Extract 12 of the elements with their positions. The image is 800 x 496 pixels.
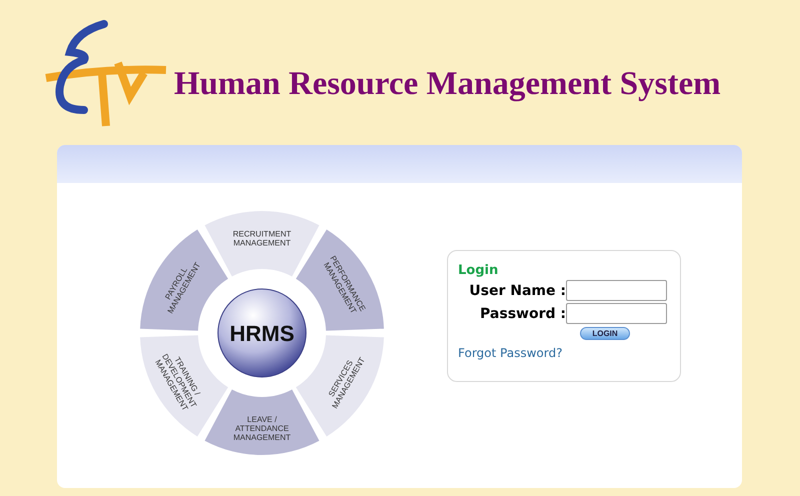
login-button[interactable]: LOGIN xyxy=(580,327,630,340)
field-label: Password : xyxy=(480,306,566,322)
input-field[interactable] xyxy=(566,280,667,301)
diagram-segment: RECRUITMENT MANAGEMENT xyxy=(204,211,320,276)
login-heading: Login xyxy=(458,263,500,278)
page-title: Human Resource Management System xyxy=(174,66,721,103)
hrms-sphere: HRMS xyxy=(218,288,306,378)
field-label: User Name : xyxy=(469,282,566,298)
diagram-segment: LEAVE / ATTENDANCE MANAGEMENT xyxy=(204,390,320,455)
forgot-password-link[interactable]: Forgot Password? xyxy=(458,346,670,360)
logo-icon xyxy=(44,18,168,128)
input-field[interactable] xyxy=(566,303,667,324)
